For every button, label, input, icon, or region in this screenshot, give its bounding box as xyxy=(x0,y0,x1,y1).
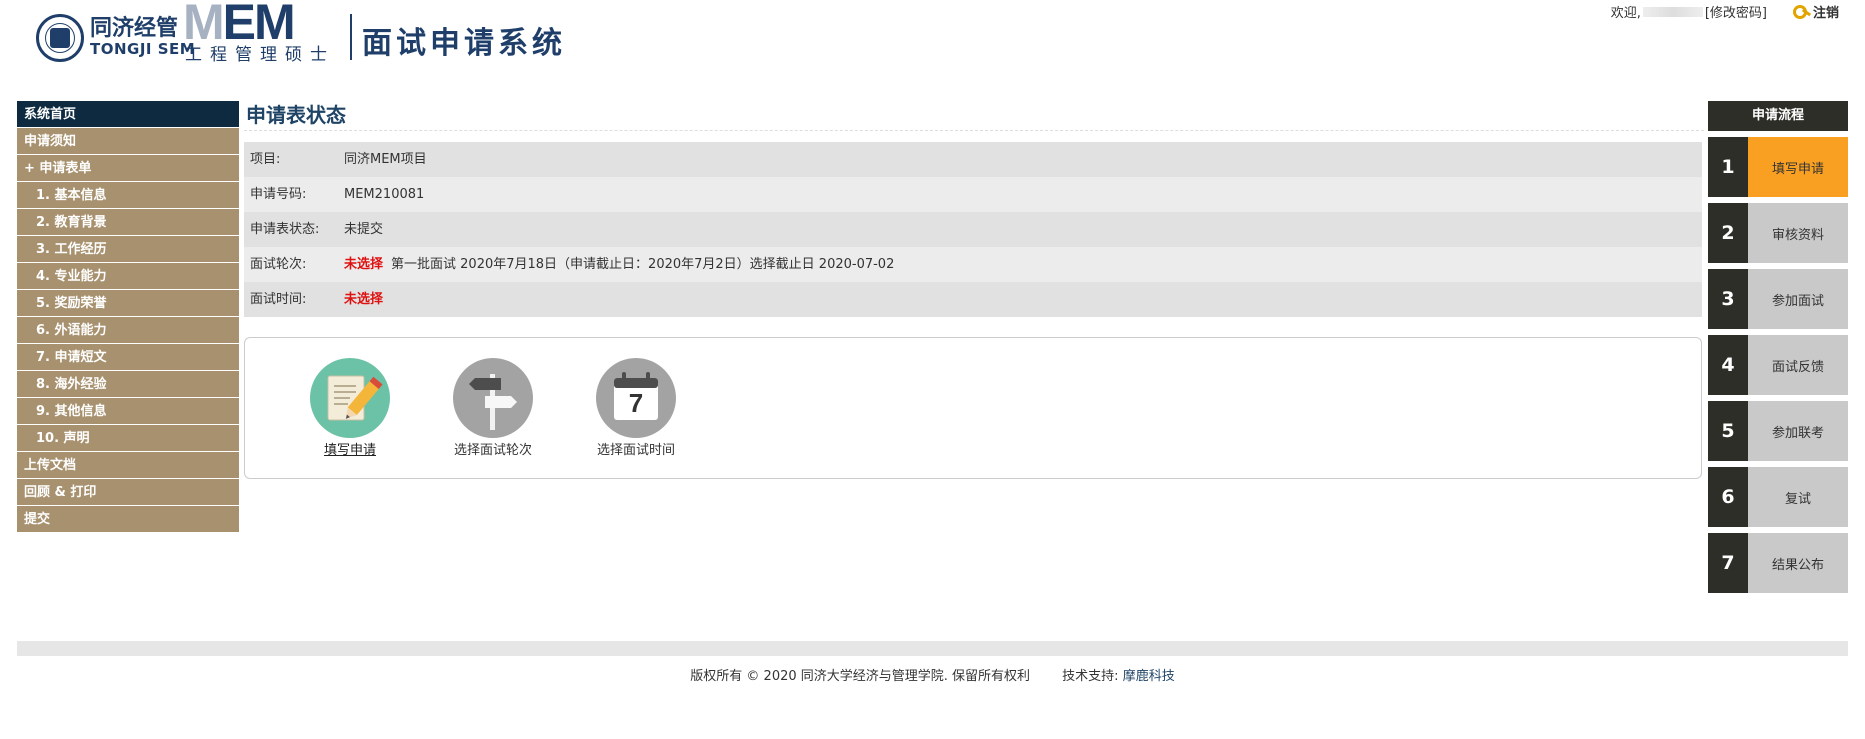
sidebar-item-review-print[interactable]: 回顾 & 打印 xyxy=(17,479,239,506)
signpost-icon xyxy=(453,358,533,438)
flow-step: 7 结果公布 xyxy=(1708,533,1848,593)
fill-application-label[interactable]: 填写申请 xyxy=(280,439,420,458)
sidebar-item-education[interactable]: 2. 教育背景 xyxy=(17,209,239,236)
brand-en: TONGJI SEM xyxy=(90,40,196,58)
sidebar-item-notice[interactable]: 申请须知 xyxy=(17,128,239,155)
logout-link[interactable]: 注销 xyxy=(1813,2,1839,21)
tech-support-link[interactable]: 摩鹿科技 xyxy=(1123,669,1175,684)
row-value: 未提交 xyxy=(344,222,384,237)
table-row: 申请号码: MEM210081 xyxy=(244,177,1702,212)
flow-step-number: 2 xyxy=(1708,203,1748,263)
sidebar-item-declaration[interactable]: 10. 声明 xyxy=(17,425,239,452)
university-seal-icon xyxy=(36,14,84,62)
sidebar-item-foreign-language[interactable]: 6. 外语能力 xyxy=(17,317,239,344)
flow-step-label: 复试 xyxy=(1748,467,1848,527)
action-panel: 填写申请 选择面试轮次 7 选择面试时间 xyxy=(244,337,1702,479)
status-table: 项目: 同济MEM项目 申请号码: MEM210081 申请表状态: 未提交 面… xyxy=(244,142,1702,317)
select-interview-time-button[interactable]: 7 选择面试时间 xyxy=(566,358,706,458)
flow-step-label: 审核资料 xyxy=(1748,203,1848,263)
row-label: 面试时间: xyxy=(250,292,307,307)
flow-step-label: 结果公布 xyxy=(1748,533,1848,593)
row-label: 申请号码: xyxy=(250,187,307,202)
sidebar-item-home[interactable]: 系统首页 xyxy=(17,101,239,128)
status-unselected: 未选择 xyxy=(344,257,384,272)
row-value: 未选择 第一批面试 2020年7月18日（申请截止日：2020年7月2日）选择截止… xyxy=(344,247,1702,282)
welcome-text: 欢迎, xyxy=(1610,6,1641,21)
flow-step-label: 填写申请 xyxy=(1748,137,1848,197)
footer-divider xyxy=(17,641,1848,656)
calendar-day: 7 xyxy=(628,388,644,418)
change-password-link[interactable]: [修改密码] xyxy=(1705,2,1767,21)
sidebar-item-work-experience[interactable]: 3. 工作经历 xyxy=(17,236,239,263)
status-unselected: 未选择 xyxy=(344,292,384,307)
sidebar-item-awards[interactable]: 5. 奖励荣誉 xyxy=(17,290,239,317)
mem-logo: MEM 工程管理硕士 xyxy=(183,0,373,65)
copyright-text: 版权所有 © 2020 同济大学经济与管理学院. 保留所有权利 xyxy=(690,669,1031,684)
flow-step: 6 复试 xyxy=(1708,467,1848,527)
sidebar-item-upload[interactable]: 上传文档 xyxy=(17,452,239,479)
flow-step-number: 5 xyxy=(1708,401,1748,461)
flow-step-label: 面试反馈 xyxy=(1748,335,1848,395)
sidebar-item-basic-info[interactable]: 1. 基本信息 xyxy=(17,182,239,209)
flow-step-number: 7 xyxy=(1708,533,1748,593)
page-title: 申请表状态 xyxy=(244,101,1704,131)
row-value: 未选择 xyxy=(344,282,1702,317)
footer: 版权所有 © 2020 同济大学经济与管理学院. 保留所有权利 技术支持: 摩鹿… xyxy=(0,665,1865,684)
user-bar: 欢迎, [修改密码] 注销 xyxy=(1611,2,1839,21)
row-label: 面试轮次: xyxy=(250,257,307,272)
sidebar-item-other-info[interactable]: 9. 其他信息 xyxy=(17,398,239,425)
mem-logo-sub: 工程管理硕士 xyxy=(185,45,335,65)
flow-step: 4 面试反馈 xyxy=(1708,335,1848,395)
masked-username xyxy=(1642,6,1703,17)
table-row: 面试时间: 未选择 xyxy=(244,282,1702,317)
table-row: 申请表状态: 未提交 xyxy=(244,212,1702,247)
fill-application-button[interactable]: 填写申请 xyxy=(280,358,420,458)
tech-support-label: 技术支持: xyxy=(1062,669,1119,684)
select-interview-round-label[interactable]: 选择面试轮次 xyxy=(423,439,563,458)
flow-title: 申请流程 xyxy=(1708,101,1848,131)
application-flow: 申请流程 1 填写申请 2 审核资料 3 参加面试 4 面试反馈 5 参加联考 … xyxy=(1708,101,1848,599)
flow-step-number: 6 xyxy=(1708,467,1748,527)
sidebar-item-application-form[interactable]: + 申请表单 xyxy=(17,155,239,182)
flow-step-number: 1 xyxy=(1708,137,1748,197)
pencil-form-icon xyxy=(310,358,390,438)
flow-step-label: 参加面试 xyxy=(1748,269,1848,329)
flow-step: 1 填写申请 xyxy=(1708,137,1848,197)
sidebar-item-professional-skills[interactable]: 4. 专业能力 xyxy=(17,263,239,290)
select-interview-time-label[interactable]: 选择面试时间 xyxy=(566,439,706,458)
table-row: 项目: 同济MEM项目 xyxy=(244,142,1702,177)
flow-step: 5 参加联考 xyxy=(1708,401,1848,461)
flow-step-number: 4 xyxy=(1708,335,1748,395)
flow-step-label: 参加联考 xyxy=(1748,401,1848,461)
sidebar-item-overseas[interactable]: 8. 海外经验 xyxy=(17,371,239,398)
flow-step-number: 3 xyxy=(1708,269,1748,329)
brand-cn: 同济经管 xyxy=(90,15,179,41)
row-label: 申请表状态: xyxy=(250,222,320,237)
row-value: 同济MEM项目 xyxy=(344,152,427,167)
header: 同济经管 TONGJI SEM MEM 工程管理硕士 面试申请系统 欢迎, [修… xyxy=(0,0,1865,80)
interview-round-detail: 第一批面试 2020年7月18日（申请截止日：2020年7月2日）选择截止日 2… xyxy=(391,257,895,272)
table-row: 面试轮次: 未选择 第一批面试 2020年7月18日（申请截止日：2020年7月2… xyxy=(244,247,1702,282)
tongji-sem-logo: 同济经管 TONGJI SEM xyxy=(36,8,195,68)
header-divider xyxy=(350,14,352,60)
select-interview-round-button[interactable]: 选择面试轮次 xyxy=(423,358,563,458)
system-title: 面试申请系统 xyxy=(362,26,566,61)
calendar-icon: 7 xyxy=(596,358,676,438)
sidebar-item-essay[interactable]: 7. 申请短文 xyxy=(17,344,239,371)
sidebar-item-submit[interactable]: 提交 xyxy=(17,506,239,533)
sidebar: 系统首页 申请须知 + 申请表单 1. 基本信息 2. 教育背景 3. 工作经历… xyxy=(17,101,239,533)
main-content: 申请表状态 项目: 同济MEM项目 申请号码: MEM210081 申请表状态:… xyxy=(244,101,1704,479)
row-value: MEM210081 xyxy=(344,187,425,202)
key-icon xyxy=(1792,4,1809,19)
row-label: 项目: xyxy=(250,152,281,167)
flow-step: 3 参加面试 xyxy=(1708,269,1848,329)
flow-step: 2 审核资料 xyxy=(1708,203,1848,263)
